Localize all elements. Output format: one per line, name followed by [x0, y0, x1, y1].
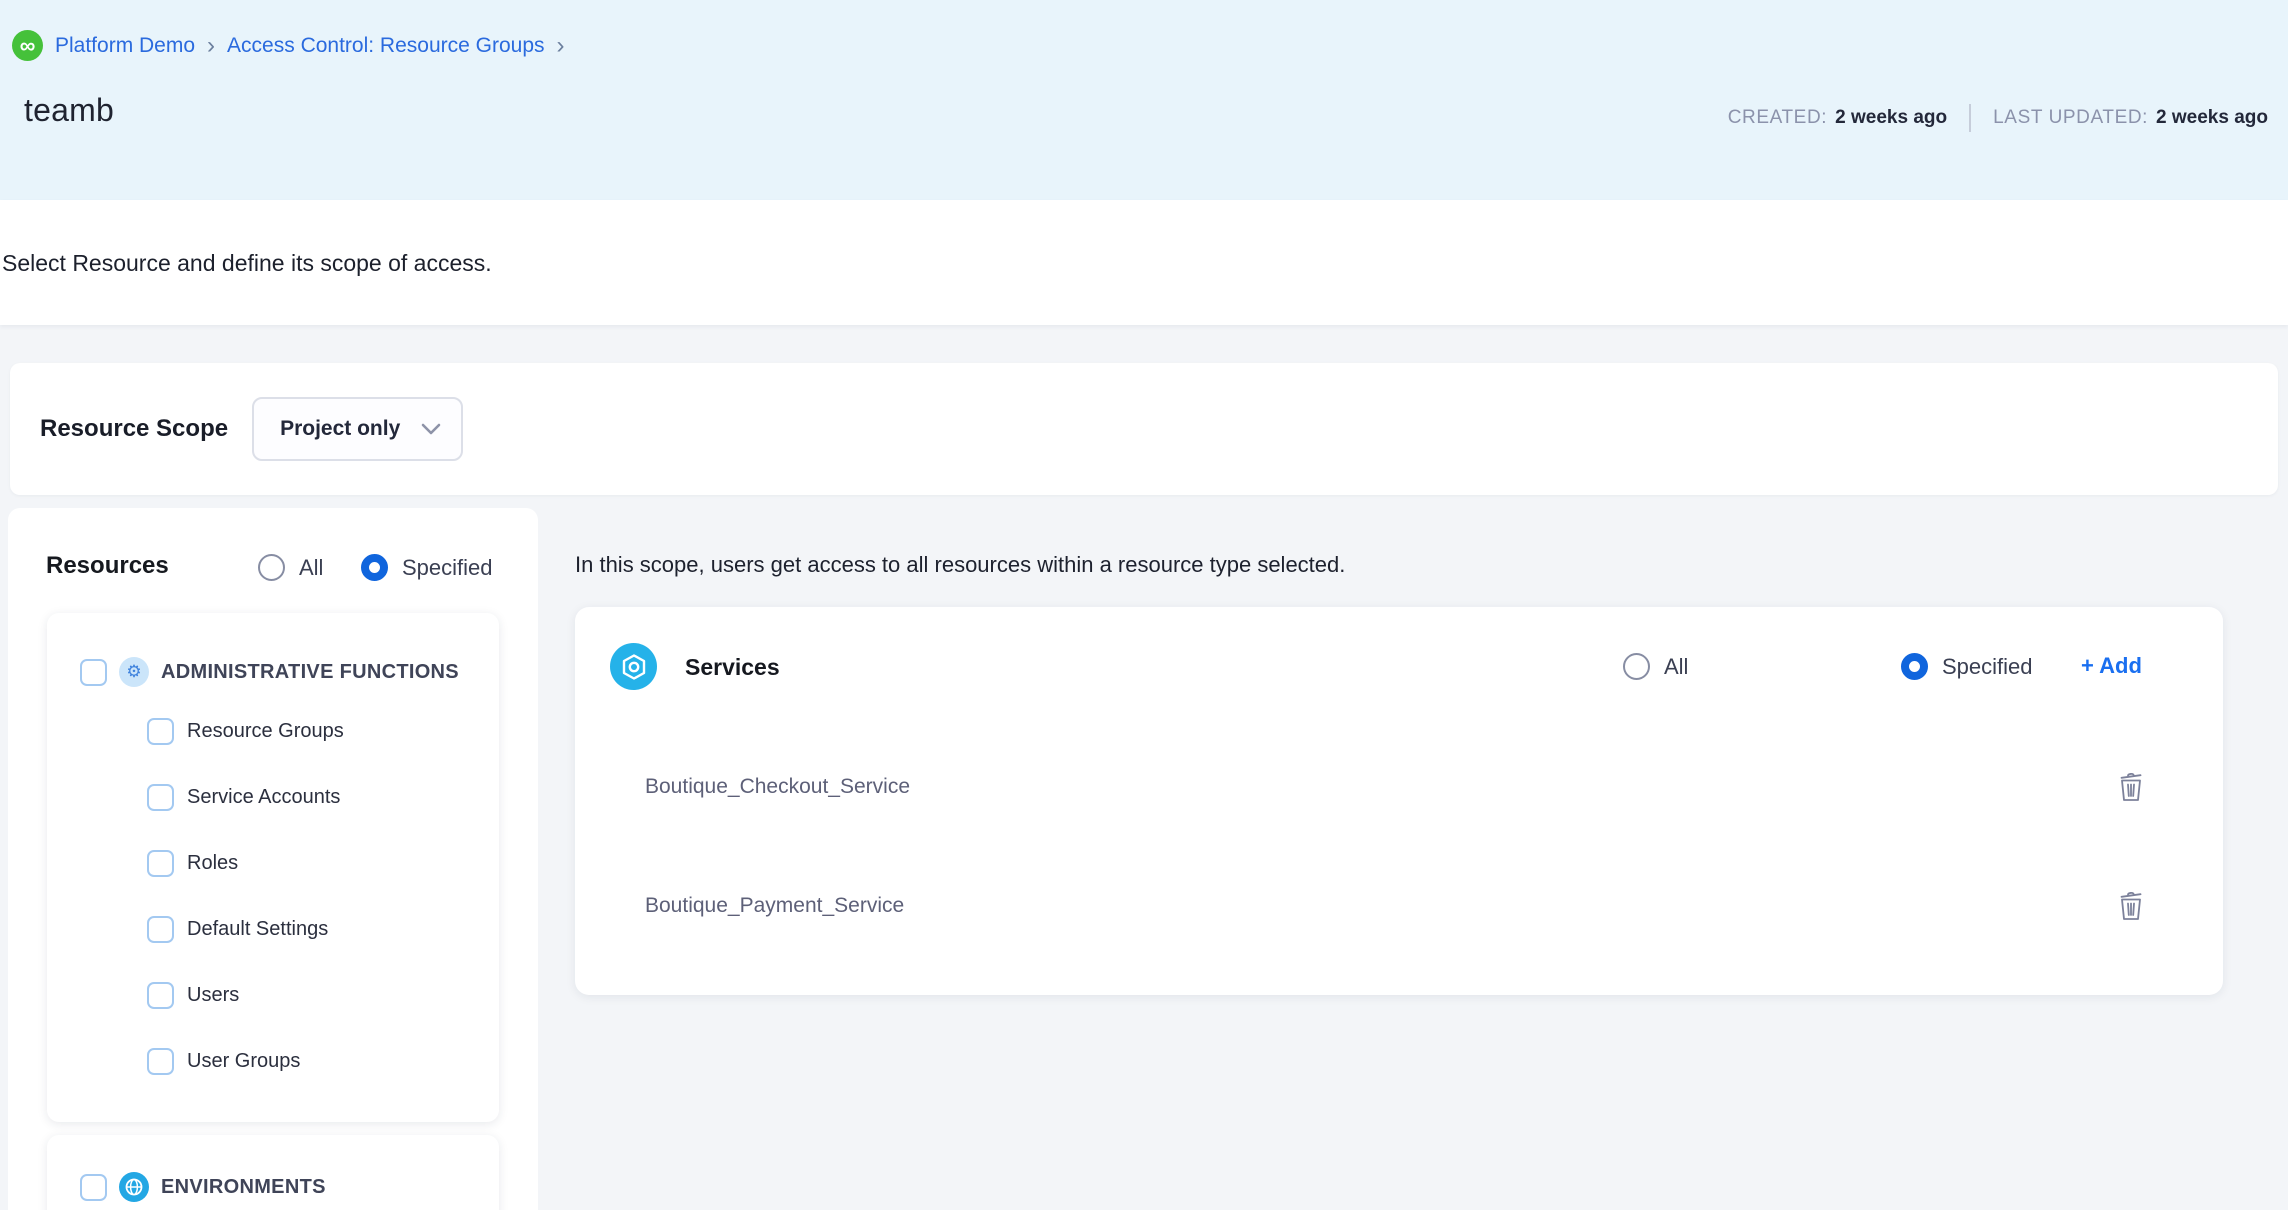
radio-all-label: All	[1664, 654, 1688, 680]
infinity-icon: ∞	[12, 30, 43, 61]
resource-type-label: Users	[187, 984, 239, 1007]
resource-type-row: Users	[47, 962, 499, 1028]
services-list: Boutique_Checkout_Service	[575, 727, 2223, 965]
created-value: 2 weeks ago	[1835, 107, 1947, 129]
resource-type-checkbox[interactable]	[147, 784, 174, 811]
resource-type-row: Resource Groups	[47, 698, 499, 764]
delete-service-button[interactable]	[2117, 890, 2145, 922]
resource-type-label: User Groups	[187, 1050, 300, 1073]
breadcrumb: ∞ Platform Demo › Access Control: Resour…	[12, 30, 565, 61]
resource-type-row: User Groups	[47, 1028, 499, 1094]
services-radio-specified[interactable]: Specified	[1901, 653, 2033, 680]
meta-divider	[1969, 104, 1971, 132]
radio-specified-label: Specified	[402, 555, 493, 581]
updated-meta: LAST UPDATED: 2 weeks ago	[1993, 107, 2268, 129]
resources-radio-all[interactable]: All	[258, 554, 323, 581]
trash-icon	[2117, 890, 2145, 922]
resources-panel: Resources All Specified ⚙ ADMINISTRATIVE…	[8, 508, 538, 1210]
resource-type-row: Roles	[47, 830, 499, 896]
action-bar: Select Resource and define its scope of …	[0, 200, 2288, 325]
radio-icon[interactable]	[1901, 653, 1928, 680]
radio-icon[interactable]	[361, 554, 388, 581]
administrative-functions-checkbox[interactable]	[80, 659, 107, 686]
resource-type-label: Resource Groups	[187, 720, 344, 743]
radio-icon[interactable]	[258, 554, 285, 581]
resource-group-card-administrative: ⚙ ADMINISTRATIVE FUNCTIONS Resource Grou…	[47, 613, 499, 1122]
resource-scope-dropdown[interactable]: Project only	[252, 397, 463, 461]
hexagon-icon	[610, 643, 657, 690]
resource-type-row: Service Accounts	[47, 764, 499, 830]
radio-icon[interactable]	[1623, 653, 1650, 680]
environments-checkbox[interactable]	[80, 1174, 107, 1201]
delete-service-button[interactable]	[2117, 771, 2145, 803]
resource-type-checkbox[interactable]	[147, 718, 174, 745]
group-name: ENVIRONMENTS	[161, 1176, 326, 1199]
service-name: Boutique_Payment_Service	[645, 894, 904, 918]
resource-scope-selected-value: Project only	[280, 417, 400, 441]
updated-value: 2 weeks ago	[2156, 107, 2268, 129]
trash-icon	[2117, 771, 2145, 803]
service-row: Boutique_Payment_Service	[575, 846, 2223, 965]
resources-panel-header: Resources All Specified	[8, 552, 538, 588]
services-card-header: Services All Specified + Add	[575, 607, 2223, 727]
created-meta: CREATED: 2 weeks ago	[1728, 107, 1947, 129]
resource-type-checkbox[interactable]	[147, 850, 174, 877]
action-bar-message: Select Resource and define its scope of …	[2, 250, 492, 277]
resource-type-checkbox[interactable]	[147, 1048, 174, 1075]
service-row: Boutique_Checkout_Service	[575, 727, 2223, 846]
service-name: Boutique_Checkout_Service	[645, 775, 910, 799]
resources-title: Resources	[46, 552, 169, 580]
chevron-down-icon	[421, 423, 441, 436]
gear-icon: ⚙	[119, 657, 149, 687]
record-meta: CREATED: 2 weeks ago LAST UPDATED: 2 wee…	[1728, 104, 2268, 132]
services-title: Services	[685, 654, 780, 681]
globe-icon	[119, 1172, 149, 1202]
resource-type-row: Default Settings	[47, 896, 499, 962]
resource-group-card-environments: ENVIRONMENTS	[47, 1135, 499, 1210]
group-row-administrative-functions: ⚙ ADMINISTRATIVE FUNCTIONS	[47, 646, 499, 698]
page-title: teamb	[24, 92, 114, 129]
chevron-right-icon: ›	[207, 34, 215, 58]
radio-all-label: All	[299, 555, 323, 581]
administrative-children-list: Resource Groups Service Accounts Roles D…	[47, 698, 499, 1094]
chevron-right-icon: ›	[557, 34, 565, 58]
scope-description: In this scope, users get access to all r…	[575, 552, 1345, 578]
services-radio-all[interactable]: All	[1623, 653, 1688, 680]
resource-type-checkbox[interactable]	[147, 916, 174, 943]
resource-scope-card: Resource Scope Project only	[10, 363, 2278, 495]
add-service-button[interactable]: + Add	[2081, 653, 2142, 679]
group-name: ADMINISTRATIVE FUNCTIONS	[161, 661, 459, 684]
resource-type-checkbox[interactable]	[147, 982, 174, 1009]
resource-type-label: Default Settings	[187, 918, 328, 941]
breadcrumb-link-resource-groups[interactable]: Access Control: Resource Groups	[227, 34, 544, 58]
resource-scope-label: Resource Scope	[40, 415, 228, 443]
resource-type-label: Service Accounts	[187, 786, 340, 809]
breadcrumb-link-platform-demo[interactable]: Platform Demo	[55, 34, 195, 58]
group-row-environments: ENVIRONMENTS	[47, 1161, 499, 1210]
radio-specified-label: Specified	[1942, 654, 2033, 680]
services-card: Services All Specified + Add Boutique_Ch…	[575, 607, 2223, 995]
resources-radio-specified[interactable]: Specified	[361, 554, 493, 581]
created-label: CREATED:	[1728, 107, 1827, 129]
updated-label: LAST UPDATED:	[1993, 107, 2148, 129]
resource-type-label: Roles	[187, 852, 238, 875]
page-header: ∞ Platform Demo › Access Control: Resour…	[0, 0, 2288, 200]
